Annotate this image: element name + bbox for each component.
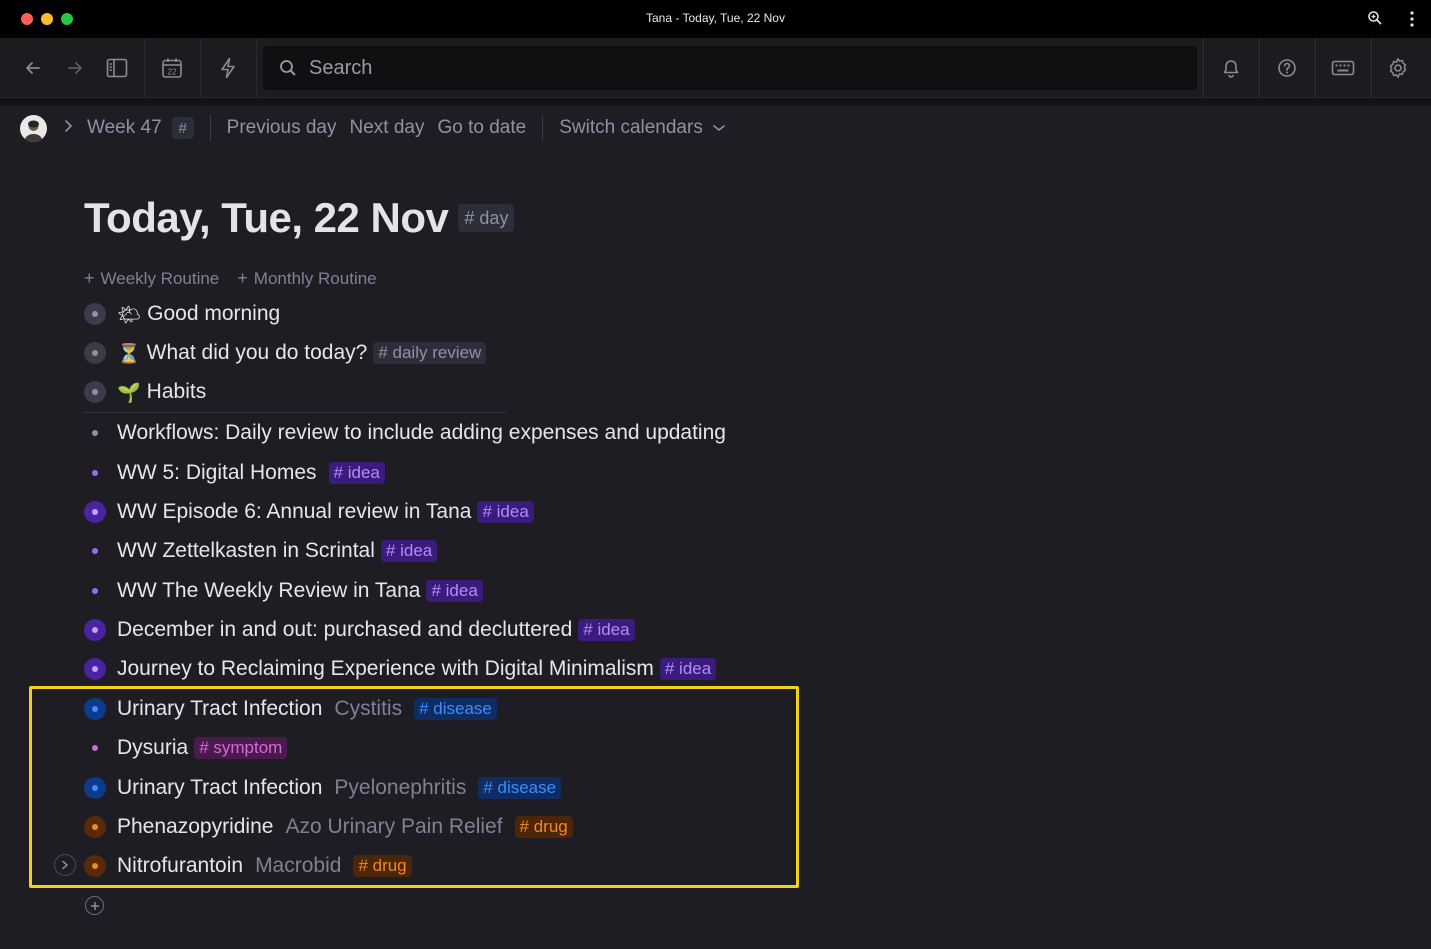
day-tag[interactable]: # day bbox=[458, 204, 515, 232]
search-icon bbox=[280, 60, 296, 76]
hourglass-icon: ⏳ bbox=[117, 342, 141, 365]
list-item[interactable]: WW The Weekly Review in Tana # idea bbox=[84, 575, 483, 607]
calendar-day-number: 22 bbox=[168, 68, 177, 77]
page-header: Today, Tue, 22 Nov # day bbox=[84, 194, 515, 242]
node-bullet[interactable] bbox=[84, 658, 106, 680]
toolbar: 22 Search bbox=[0, 38, 1431, 98]
node-text[interactable]: Habits bbox=[147, 380, 207, 404]
window-titlebar: Tana - Today, Tue, 22 Nov bbox=[0, 0, 1431, 38]
node-text[interactable]: WW 5: Digital Homes bbox=[117, 461, 317, 485]
add-weekly-routine-button[interactable]: + Weekly Routine bbox=[84, 268, 219, 289]
switch-calendars-dropdown[interactable]: Switch calendars bbox=[559, 117, 726, 139]
field-divider bbox=[84, 412, 506, 413]
lightning-icon bbox=[221, 57, 235, 79]
list-item[interactable]: WW 5: Digital Homes # idea bbox=[84, 457, 385, 489]
node-bullet[interactable] bbox=[84, 619, 106, 641]
list-item[interactable]: December in and out: purchased and declu… bbox=[84, 614, 635, 646]
chevron-right-icon bbox=[63, 117, 73, 139]
list-item[interactable]: Workflows: Daily review to include addin… bbox=[84, 417, 726, 449]
toggle-sidebar-button[interactable] bbox=[100, 38, 134, 98]
node-bullet[interactable] bbox=[84, 501, 106, 523]
add-node-button[interactable] bbox=[85, 896, 104, 915]
window-title: Tana - Today, Tue, 22 Nov bbox=[646, 11, 785, 25]
node-bullet[interactable] bbox=[84, 381, 106, 403]
sidebar-icon bbox=[106, 58, 128, 78]
node-bullet[interactable] bbox=[84, 422, 106, 444]
week-tag-badge[interactable]: # bbox=[171, 117, 194, 139]
daily-review-tag[interactable]: # daily review bbox=[373, 342, 487, 364]
list-item[interactable]: 🌱 Habits bbox=[84, 376, 206, 408]
switch-calendars-label: Switch calendars bbox=[559, 117, 703, 138]
node-text[interactable]: Journey to Reclaiming Experience with Di… bbox=[117, 657, 654, 681]
list-item[interactable]: ⏳ What did you do today? # daily review bbox=[84, 337, 487, 369]
seedling-icon: 🌱 bbox=[117, 381, 141, 404]
list-item[interactable]: Journey to Reclaiming Experience with Di… bbox=[84, 653, 717, 685]
node-bullet[interactable] bbox=[84, 462, 106, 484]
help-icon bbox=[1278, 59, 1296, 77]
chevron-down-icon bbox=[713, 125, 725, 132]
plus-icon: + bbox=[237, 268, 248, 288]
quick-add-button[interactable] bbox=[211, 38, 245, 98]
idea-tag[interactable]: # idea bbox=[328, 462, 385, 484]
breadcrumb-week[interactable]: Week 47 bbox=[87, 117, 162, 139]
plus-icon: + bbox=[84, 268, 95, 288]
node-text[interactable]: WW Zettelkasten in Scrintal bbox=[117, 539, 375, 563]
help-button[interactable] bbox=[1270, 38, 1304, 98]
add-monthly-routine-button[interactable]: + Monthly Routine bbox=[237, 268, 376, 289]
previous-day-link[interactable]: Previous day bbox=[227, 117, 337, 139]
calendar-icon: 22 bbox=[162, 58, 182, 78]
node-text[interactable]: What did you do today? bbox=[147, 341, 368, 365]
node-text[interactable]: December in and out: purchased and declu… bbox=[117, 618, 572, 642]
main-content: Week 47 # Previous day Next day Go to da… bbox=[0, 106, 1431, 949]
gear-icon bbox=[1389, 58, 1407, 78]
next-day-link[interactable]: Next day bbox=[349, 117, 424, 139]
node-bullet[interactable] bbox=[84, 342, 106, 364]
node-bullet[interactable] bbox=[84, 540, 106, 562]
idea-tag[interactable]: # idea bbox=[477, 501, 534, 523]
zoom-icon[interactable] bbox=[1367, 10, 1385, 28]
node-text[interactable]: Good morning bbox=[147, 302, 280, 326]
node-text[interactable]: Workflows: Daily review to include addin… bbox=[117, 421, 726, 445]
sun-cloud-icon: 🌤 bbox=[117, 303, 142, 326]
node-bullet[interactable] bbox=[84, 580, 106, 602]
search-placeholder: Search bbox=[309, 56, 373, 79]
routine-buttons: + Weekly Routine + Monthly Routine bbox=[84, 268, 395, 289]
idea-tag[interactable]: # idea bbox=[426, 580, 483, 602]
arrow-left-icon bbox=[26, 62, 40, 74]
idea-tag[interactable]: # idea bbox=[380, 540, 438, 562]
list-item[interactable]: 🌤 Good morning bbox=[84, 298, 280, 330]
highlight-box bbox=[29, 686, 799, 888]
go-to-date-link[interactable]: Go to date bbox=[437, 117, 526, 139]
node-bullet[interactable] bbox=[84, 303, 106, 325]
bell-icon bbox=[1223, 60, 1239, 78]
forward-button[interactable] bbox=[58, 38, 92, 98]
list-item[interactable]: WW Episode 6: Annual review in Tana # id… bbox=[84, 496, 534, 528]
keyboard-icon bbox=[1331, 60, 1355, 76]
breadcrumb: Week 47 # Previous day Next day Go to da… bbox=[20, 114, 726, 142]
search-bar[interactable]: Search bbox=[263, 46, 1197, 90]
keyboard-shortcuts-button[interactable] bbox=[1326, 38, 1360, 98]
arrow-right-icon bbox=[68, 62, 82, 74]
node-text[interactable]: WW The Weekly Review in Tana bbox=[117, 579, 420, 603]
notifications-button[interactable] bbox=[1214, 38, 1248, 98]
list-item[interactable]: WW Zettelkasten in Scrintal # idea bbox=[84, 535, 438, 567]
plus-icon bbox=[90, 901, 99, 910]
more-options-icon[interactable] bbox=[1404, 10, 1422, 28]
page-title[interactable]: Today, Tue, 22 Nov bbox=[84, 194, 449, 242]
back-button[interactable] bbox=[16, 38, 50, 98]
today-calendar-button[interactable]: 22 bbox=[155, 38, 189, 98]
settings-button[interactable] bbox=[1381, 38, 1415, 98]
node-text[interactable]: WW Episode 6: Annual review in Tana bbox=[117, 500, 471, 524]
avatar[interactable] bbox=[20, 114, 47, 142]
idea-tag[interactable]: # idea bbox=[659, 658, 717, 680]
idea-tag[interactable]: # idea bbox=[578, 619, 635, 641]
